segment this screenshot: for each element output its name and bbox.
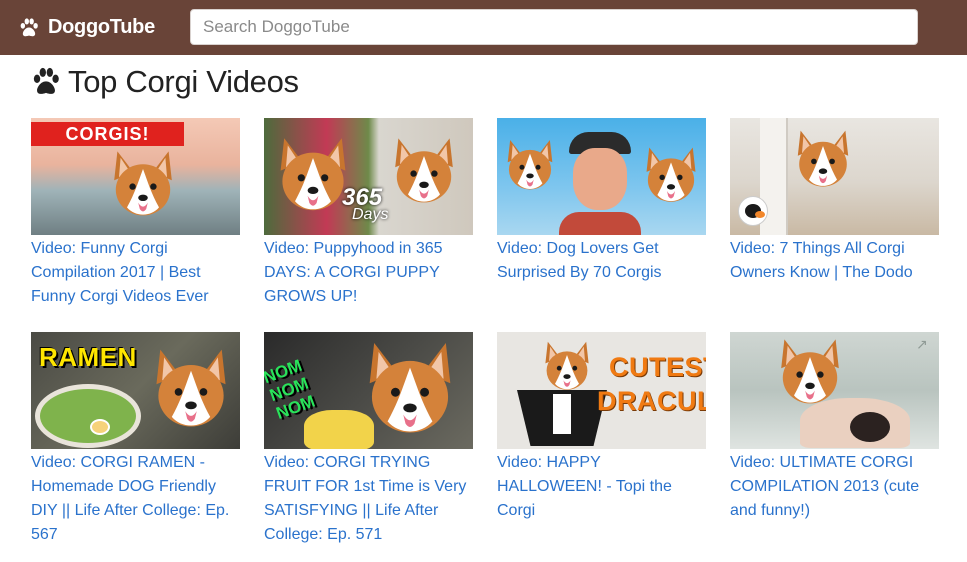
video-thumbnail[interactable]: CORGIS!: [31, 118, 240, 235]
ramen-bowl-image: [35, 384, 141, 448]
top-navbar: DoggoTube: [0, 0, 967, 55]
dodo-logo: [738, 196, 768, 226]
corgi-image: [788, 118, 858, 202]
watermark-icon: ↗: [916, 336, 928, 352]
brand-name: DoggoTube: [48, 16, 155, 38]
video-thumbnail[interactable]: ↗: [730, 332, 939, 449]
video-card[interactable]: ↗ Video: ULTIMATE CORGI COMPILATION 2013…: [730, 332, 939, 546]
page-title: Top Corgi Videos: [68, 64, 299, 99]
corgi-image: [103, 140, 183, 230]
video-title-link[interactable]: Video: CORGI TRYING FRUIT FOR 1st Time i…: [264, 451, 473, 547]
corgi-image: [499, 126, 561, 206]
paw-icon: [18, 17, 40, 39]
video-card[interactable]: CUTEST DRACULA Video: HAPPY HALLOWEEN! -…: [497, 332, 706, 546]
brand-link[interactable]: DoggoTube: [18, 16, 155, 39]
thumbnail-caption-sub: DRACULA: [597, 386, 706, 416]
video-card[interactable]: 365 Days Video: Puppyhood in 365 DAYS: A…: [264, 118, 473, 332]
video-thumbnail[interactable]: [497, 118, 706, 235]
corgi-image: [637, 128, 705, 224]
video-card[interactable]: Video: 7 Things All Corgi Owners Know | …: [730, 118, 939, 332]
video-thumbnail[interactable]: RAMEN: [31, 332, 240, 449]
video-thumbnail[interactable]: CUTEST DRACULA: [497, 332, 706, 449]
video-title-link[interactable]: Video: Puppyhood in 365 DAYS: A CORGI PU…: [264, 237, 473, 309]
page-heading: Top Corgi Videos: [30, 62, 299, 102]
video-thumbnail[interactable]: NOM NOM NOM: [264, 332, 473, 449]
video-thumbnail[interactable]: [730, 118, 939, 235]
video-title-link[interactable]: Video: 7 Things All Corgi Owners Know | …: [730, 237, 939, 285]
thumbnail-caption-sub: Days: [352, 206, 389, 223]
person-image: [800, 398, 910, 448]
search-input[interactable]: [190, 9, 918, 45]
vampire-cape-image: [517, 390, 607, 446]
video-title-link[interactable]: Video: CORGI RAMEN - Homemade DOG Friend…: [31, 451, 240, 547]
paw-icon: [30, 66, 62, 98]
video-thumbnail[interactable]: 365 Days: [264, 118, 473, 235]
video-title-link[interactable]: Video: ULTIMATE CORGI COMPILATION 2013 (…: [730, 451, 939, 523]
video-card[interactable]: RAMEN Video: CORGI RAMEN - Homemade DOG …: [31, 332, 240, 546]
corgi-image: [143, 332, 239, 448]
video-grid: CORGIS! Video: Funny Corgi Compilation 2…: [31, 118, 939, 546]
video-title-link[interactable]: Video: HAPPY HALLOWEEN! - Topi the Corgi: [497, 451, 706, 523]
corgi-image: [384, 124, 464, 220]
video-title-link[interactable]: Video: Dog Lovers Get Surprised By 70 Co…: [497, 237, 706, 285]
thumbnail-caption: CUTEST: [609, 352, 706, 382]
person-image: [559, 132, 641, 235]
thumbnail-caption: RAMEN: [39, 342, 137, 372]
video-title-link[interactable]: Video: Funny Corgi Compilation 2017 | Be…: [31, 237, 240, 309]
video-card[interactable]: NOM NOM NOM Video: CORGI TRYING FRUIT FO…: [264, 332, 473, 546]
video-card[interactable]: Video: Dog Lovers Get Surprised By 70 Co…: [497, 118, 706, 332]
corgi-image: [350, 334, 470, 446]
video-card[interactable]: CORGIS! Video: Funny Corgi Compilation 2…: [31, 118, 240, 332]
